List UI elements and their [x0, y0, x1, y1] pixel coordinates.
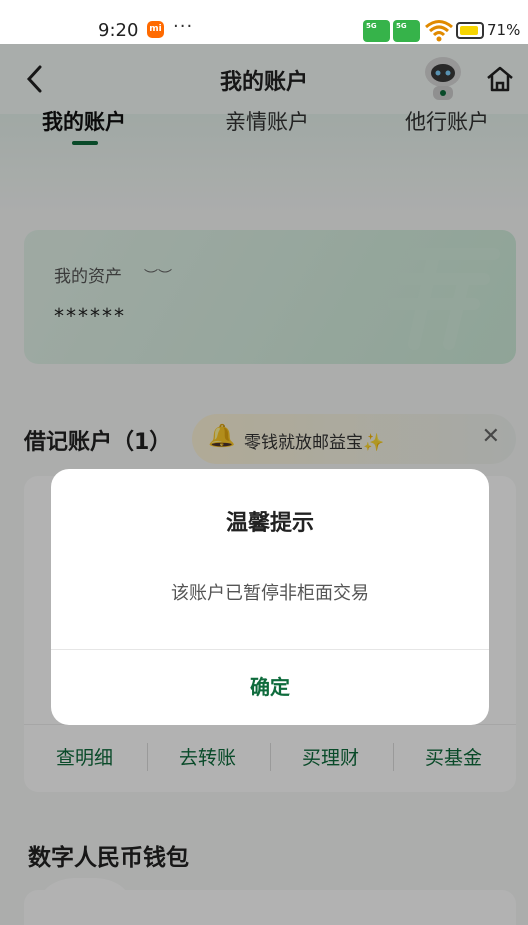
battery-icon [456, 22, 484, 39]
confirm-button[interactable]: 确定 [51, 650, 489, 725]
battery-percent: 71% [487, 21, 521, 39]
mi-app-icon: mi [147, 21, 164, 38]
alert-dialog: 温馨提示 该账户已暂停非柜面交易 确定 [51, 469, 489, 725]
wifi-icon [425, 20, 453, 42]
status-bar: 9:20 mi ··· 5G 5G 71% [0, 0, 528, 44]
dialog-message: 该账户已暂停非柜面交易 [171, 583, 369, 604]
signal-icon: 5G [363, 20, 390, 42]
signal-icon: 5G [393, 20, 420, 42]
dialog-title: 温馨提示 [225, 511, 314, 536]
status-time: 9:20 [98, 20, 139, 41]
more-notifications: ··· [173, 16, 194, 37]
